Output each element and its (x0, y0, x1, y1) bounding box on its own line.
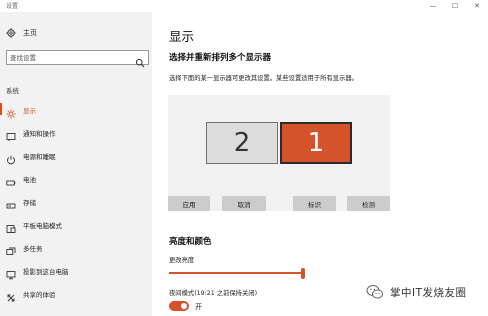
monitor-2[interactable]: 2 (206, 122, 278, 164)
brightness-color-heading: 亮度和颜色 (169, 237, 212, 247)
window-title: 设置 (6, 3, 19, 10)
sidebar-item-tablet-mode[interactable]: 平板电脑模式 (0, 214, 152, 234)
search-input[interactable] (10, 53, 130, 63)
sidebar: 主页 系统 显示 通知和操作 电源和睡眠 (0, 12, 152, 316)
search-icon[interactable] (135, 53, 145, 68)
sidebar-item-label: 平板电脑模式 (23, 222, 62, 230)
settings-window: 设置 — ☐ ✕ 主页 系统 显示 通知和 (0, 0, 488, 316)
sidebar-item-label: 通知和操作 (23, 130, 56, 138)
sidebar-item-power[interactable]: 电源和睡眠 (0, 145, 152, 165)
identify-button[interactable]: 标识 (293, 196, 336, 211)
sidebar-item-home[interactable]: 主页 (0, 25, 152, 41)
display-arrangement-area[interactable]: 2 1 (168, 95, 390, 211)
storage-icon (6, 196, 16, 209)
page-title: 显示 (169, 29, 195, 44)
tablet-icon (6, 219, 16, 233)
sidebar-section-label: 系统 (6, 87, 19, 95)
brightness-slider-thumb[interactable] (301, 268, 305, 279)
night-light-state: 开 (195, 303, 202, 311)
notification-icon (6, 127, 16, 141)
brightness-label: 更改亮度 (169, 257, 195, 264)
sidebar-item-label: 电源和睡眠 (23, 153, 56, 161)
sidebar-item-label: 显示 (23, 107, 36, 115)
sidebar-item-label: 共享的体验 (23, 291, 56, 299)
sidebar-item-label: 存储 (23, 199, 36, 207)
sidebar-item-notifications[interactable]: 通知和操作 (0, 122, 152, 142)
main-content: 显示 选择并重新排列多个显示器 选择下面的某一显示器可更改其设置。某些设置适用于… (152, 12, 488, 316)
maximize-button[interactable]: ☐ (444, 0, 466, 12)
sidebar-item-project[interactable]: 投影到这台电脑 (0, 260, 152, 280)
apply-button[interactable]: 应用 (168, 196, 210, 211)
display-icon (6, 104, 16, 119)
battery-icon (6, 173, 16, 186)
toggle-knob (181, 303, 187, 309)
arrange-displays-heading: 选择并重新排列多个显示器 (169, 53, 272, 63)
wechat-icon (366, 285, 383, 299)
night-light-toggle[interactable] (169, 301, 189, 311)
home-gear-icon (6, 28, 16, 38)
minimize-button[interactable]: — (422, 0, 444, 12)
night-light-label: 夜间模式(19:21 之前保持关闭) (169, 290, 258, 297)
close-button[interactable]: ✕ (466, 0, 488, 12)
brightness-slider[interactable] (169, 268, 305, 279)
sidebar-item-home-label: 主页 (23, 29, 37, 37)
project-icon (6, 265, 16, 280)
multitask-icon (6, 242, 16, 255)
power-icon (6, 150, 16, 165)
search-box[interactable] (6, 50, 149, 68)
sidebar-item-display[interactable]: 显示 (0, 99, 152, 119)
arrange-displays-description: 选择下面的某一显示器可更改其设置。某些设置适用于所有显示器。 (169, 75, 358, 82)
sidebar-item-label: 电池 (23, 176, 36, 184)
sidebar-item-shared-experiences[interactable]: 共享的体验 (0, 283, 152, 303)
monitor-1-selected[interactable]: 1 (280, 122, 352, 164)
watermark: 掌中IT发烧友圈 (366, 282, 467, 302)
sidebar-item-battery[interactable]: 电池 (0, 168, 152, 188)
sidebar-item-label: 多任务 (23, 245, 43, 253)
title-bar: 设置 — ☐ ✕ (0, 0, 488, 12)
cancel-button[interactable]: 取消 (222, 196, 266, 211)
shared-icon (6, 288, 16, 302)
sidebar-item-multitasking[interactable]: 多任务 (0, 237, 152, 257)
sidebar-item-storage[interactable]: 存储 (0, 191, 152, 211)
watermark-text: 掌中IT发烧友圈 (390, 286, 467, 299)
sidebar-item-label: 投影到这台电脑 (23, 268, 69, 276)
detect-button[interactable]: 检测 (347, 196, 390, 211)
brightness-slider-track[interactable] (169, 272, 304, 274)
